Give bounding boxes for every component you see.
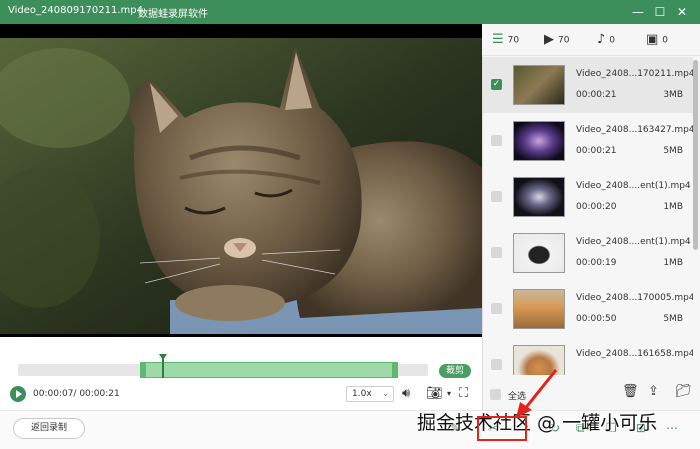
tab-all-count: 70 [507,35,520,46]
item-size: 1MB [663,258,683,268]
item-checkbox[interactable] [491,303,502,314]
video-preview[interactable] [0,24,482,337]
item-checkbox[interactable]: ✓ [491,79,502,90]
video-thumbnail [513,289,565,329]
item-name: Video_2408...170005.mp4 [576,293,693,303]
item-checkbox[interactable] [491,135,502,146]
tab-audio-count: 0 [609,35,616,46]
trim-selection[interactable] [140,362,398,378]
export-folder-icon[interactable]: ⇪ [648,384,659,399]
list-item[interactable]: Video_2408....ent(1).mp4 00:00:19 1MB [483,225,693,281]
item-duration: 00:00:21 [576,90,617,100]
select-all-checkbox[interactable] [490,389,501,400]
tab-all[interactable]: ☰ 70 [492,32,519,48]
tab-video[interactable]: ▶ 70 [544,32,569,48]
list-item[interactable]: Video_2408....ent(1).mp4 00:00:20 1MB [483,169,693,225]
image-icon: ▣ [646,32,659,47]
time-display: 00:00:07/ 00:00:21 [33,389,120,399]
maximize-button[interactable]: ☐ [651,3,669,21]
video-frame [0,38,482,334]
list-scrollbar[interactable] [693,60,698,250]
fullscreen-icon[interactable]: ⛶ [459,385,468,403]
tab-image-count: 0 [662,35,669,46]
minimize-button[interactable]: — [629,3,647,21]
item-size: 1MB [663,202,683,212]
item-name: Video_2408...161658.mp4 [576,349,693,359]
volume-icon[interactable]: 🔊︎ [402,385,410,403]
open-folder-icon[interactable]: 📁︎ [675,384,692,399]
play-button[interactable] [10,386,26,402]
item-name: Video_2408...170211.mp4 [576,69,693,79]
item-size: 3MB [663,90,683,100]
item-size: 5MB [663,314,683,324]
list-item[interactable]: Video_2408...170005.mp4 00:00:50 5MB [483,281,693,337]
app-name: 数据蛙录屏软件 [138,9,208,20]
cut-button[interactable]: 裁剪 [439,364,471,378]
speed-select[interactable]: 1.0x ⌄ [346,386,394,402]
tab-video-count: 70 [558,35,570,46]
item-duration: 00:00:19 [576,258,617,268]
video-icon: ▶ [544,32,554,47]
item-size: 5MB [663,146,683,156]
video-thumbnail [513,65,565,105]
delete-icon[interactable]: 🗑︎ [622,384,639,399]
playhead[interactable] [162,356,164,378]
item-name: Video_2408...163427.mp4 [576,125,693,135]
item-duration: 00:00:20 [576,202,617,212]
video-thumbnail [513,121,565,161]
sleeping-cat-image [0,38,482,334]
chevron-down-icon[interactable]: ▾ [447,385,451,403]
trim-end-handle[interactable] [392,362,398,378]
recording-list: ✓ Video_2408...170211.mp4 00:00:21 3MB V… [483,57,693,375]
list-icon: ☰ [492,32,504,47]
item-checkbox[interactable] [491,247,502,258]
chevron-down-icon: ⌄ [382,389,389,398]
list-item[interactable]: Video_2408...163427.mp4 00:00:21 5MB [483,113,693,169]
item-name: Video_2408....ent(1).mp4 [576,181,691,191]
trim-start-handle[interactable] [140,362,146,378]
video-thumbnail [513,233,565,273]
window-filename: Video_240809170211.mp4 [8,5,143,16]
list-item[interactable]: ✓ Video_2408...170211.mp4 00:00:21 3MB [483,57,693,113]
item-checkbox[interactable] [491,191,502,202]
video-thumbnail [513,177,565,217]
back-to-record-button[interactable]: 返回录制 [13,418,85,439]
item-duration: 00:00:50 [576,314,617,324]
speed-value: 1.0x [352,389,372,399]
more-tool-icon[interactable]: ⋯ [666,421,678,435]
arrow-annotation-icon [516,369,558,418]
title-bar: Video_240809170211.mp4 数据蛙录屏软件 — ☐ ✕ [0,0,700,24]
close-button[interactable]: ✕ [673,3,691,21]
music-icon: ♪ [597,32,606,47]
tab-audio[interactable]: ♪ 0 [597,32,615,48]
tab-image[interactable]: ▣ 0 [646,32,668,48]
item-checkbox[interactable] [491,359,502,370]
screenshot-camera-icon[interactable]: 📷︎ [426,385,443,403]
item-duration: 00:00:21 [576,146,617,156]
item-name: Video_2408....ent(1).mp4 [576,237,691,247]
